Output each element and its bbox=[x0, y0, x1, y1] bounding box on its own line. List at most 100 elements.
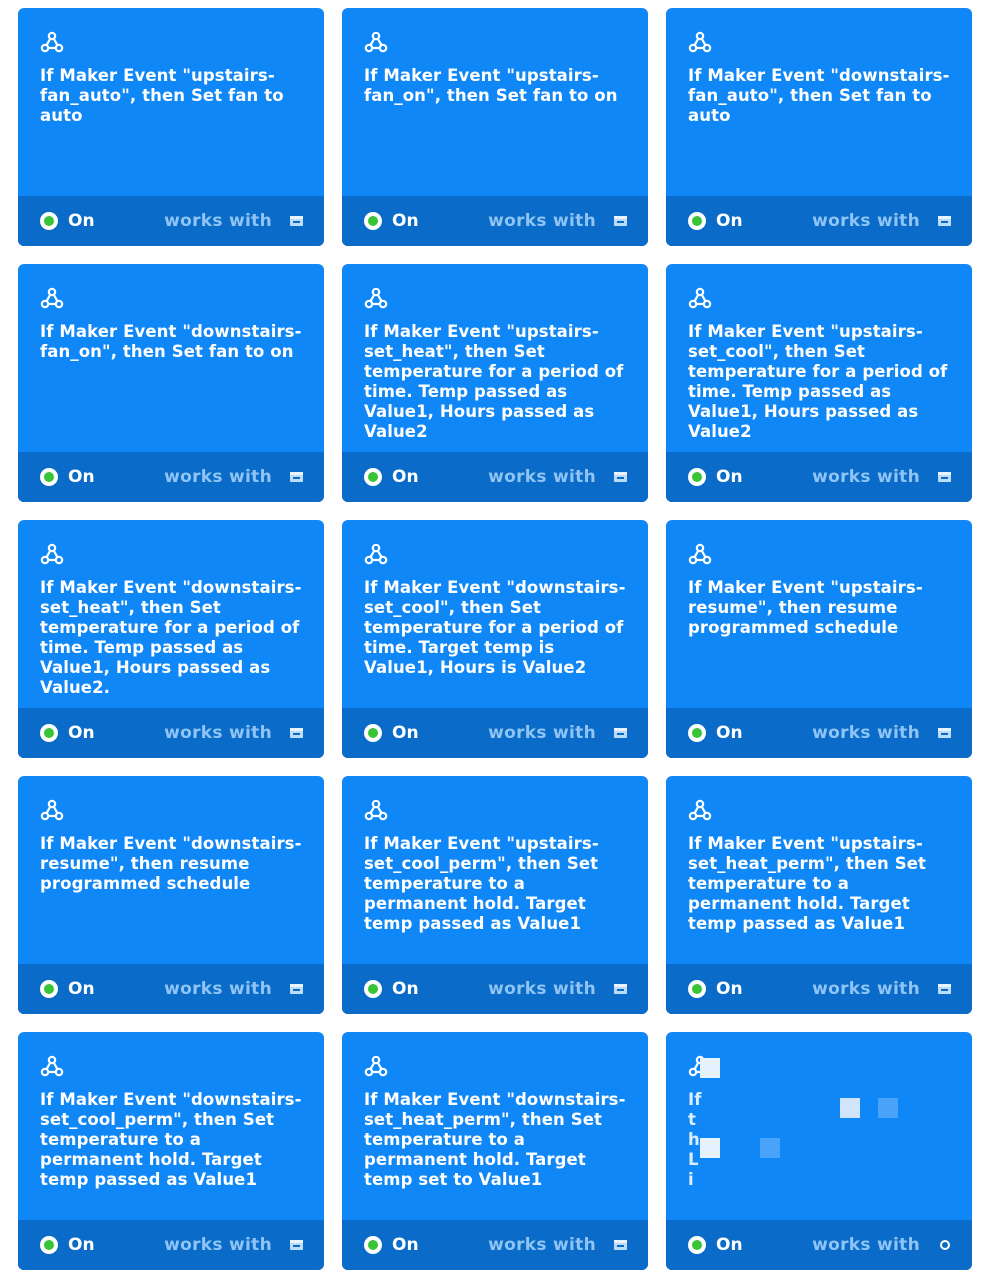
applet-card[interactable]: If Maker Event "upstairs-set_cool_perm",… bbox=[342, 776, 648, 1014]
service-icon bbox=[938, 216, 951, 226]
applet-card[interactable]: If Maker Event "downstairs-set_heat_perm… bbox=[342, 1032, 648, 1270]
service-icon bbox=[938, 472, 951, 482]
status-on-dot-icon bbox=[688, 1236, 706, 1254]
applet-card[interactable]: If Maker Event "upstairs-fan_on", then S… bbox=[342, 8, 648, 246]
works-with-label: works with bbox=[164, 211, 272, 231]
applet-card-body[interactable]: If Maker Event "upstairs-set_cool", then… bbox=[666, 264, 972, 452]
applet-card-body[interactable]: If Maker Event "downstairs-set_cool_perm… bbox=[18, 1032, 324, 1220]
works-with-label: works with bbox=[812, 467, 920, 487]
webhooks-icon bbox=[40, 31, 64, 53]
webhooks-icon bbox=[364, 1055, 388, 1077]
applet-card[interactable]: If Maker Event "downstairs-fan_on", then… bbox=[18, 264, 324, 502]
status-on-dot-icon bbox=[40, 1236, 58, 1254]
webhooks-icon bbox=[364, 543, 388, 565]
status-on-dot-icon bbox=[40, 724, 58, 742]
applet-card-body[interactable]: If Maker Event "downstairs-set_heat_perm… bbox=[342, 1032, 648, 1220]
applet-card[interactable]: If Maker Event "downstairs-set_cool_perm… bbox=[18, 1032, 324, 1270]
applet-card[interactable]: If Maker Event "downstairs-set_cool", th… bbox=[342, 520, 648, 758]
applet-card[interactable]: If th Li On works with bbox=[666, 1032, 972, 1270]
applet-footer[interactable]: On works with bbox=[666, 708, 972, 758]
applet-title: If Maker Event "upstairs-set_heat", then… bbox=[364, 322, 624, 441]
status-on-dot-icon bbox=[40, 468, 58, 486]
obscured-block bbox=[760, 1138, 780, 1158]
applet-footer[interactable]: On works with bbox=[342, 964, 648, 1014]
applet-footer[interactable]: On works with bbox=[666, 964, 972, 1014]
applet-card[interactable]: If Maker Event "upstairs-resume", then r… bbox=[666, 520, 972, 758]
status-on-dot-icon bbox=[688, 980, 706, 998]
status-label: On bbox=[716, 211, 743, 231]
status-label: On bbox=[68, 467, 95, 487]
applet-card-body[interactable]: If Maker Event "upstairs-resume", then r… bbox=[666, 520, 972, 708]
status-on-dot-icon bbox=[364, 724, 382, 742]
webhooks-icon bbox=[688, 31, 712, 53]
applet-footer[interactable]: On works with bbox=[342, 708, 648, 758]
service-icon bbox=[614, 728, 627, 738]
applet-title: If Maker Event "upstairs-fan_auto", then… bbox=[40, 66, 284, 125]
applet-title: If Maker Event "upstairs-set_cool_perm",… bbox=[364, 834, 599, 933]
applet-card[interactable]: If Maker Event "upstairs-set_cool", then… bbox=[666, 264, 972, 502]
applet-card-body[interactable]: If Maker Event "upstairs-fan_auto", then… bbox=[18, 8, 324, 196]
applet-card-body[interactable]: If Maker Event "upstairs-set_cool_perm",… bbox=[342, 776, 648, 964]
status-label: On bbox=[392, 979, 419, 999]
obscured-block bbox=[840, 1098, 860, 1118]
applet-footer[interactable]: On works with bbox=[342, 1220, 648, 1270]
applet-grid: If Maker Event "upstairs-fan_auto", then… bbox=[0, 0, 982, 1284]
applet-title: If Maker Event "upstairs-fan_on", then S… bbox=[364, 66, 618, 105]
webhooks-icon bbox=[40, 543, 64, 565]
status-label: On bbox=[716, 467, 743, 487]
status-on-dot-icon bbox=[364, 468, 382, 486]
applet-card-body[interactable]: If Maker Event "downstairs-resume", then… bbox=[18, 776, 324, 964]
works-with-label: works with bbox=[164, 979, 272, 999]
applet-card[interactable]: If Maker Event "upstairs-set_heat_perm",… bbox=[666, 776, 972, 1014]
applet-card[interactable]: If Maker Event "upstairs-set_heat", then… bbox=[342, 264, 648, 502]
status-on-dot-icon bbox=[40, 212, 58, 230]
applet-footer[interactable]: On works with bbox=[342, 196, 648, 246]
applet-card-body[interactable]: If Maker Event "downstairs-fan_auto", th… bbox=[666, 8, 972, 196]
applet-title: If Maker Event "downstairs-set_heat_perm… bbox=[364, 1090, 626, 1189]
applet-card-body[interactable]: If Maker Event "upstairs-fan_on", then S… bbox=[342, 8, 648, 196]
status-on-dot-icon bbox=[688, 468, 706, 486]
applet-card[interactable]: If Maker Event "downstairs-fan_auto", th… bbox=[666, 8, 972, 246]
applet-card-body[interactable]: If Maker Event "downstairs-fan_on", then… bbox=[18, 264, 324, 452]
applet-footer[interactable]: On works with bbox=[18, 196, 324, 246]
status-label: On bbox=[392, 467, 419, 487]
status-label: On bbox=[392, 1235, 419, 1255]
service-icon bbox=[290, 216, 303, 226]
applet-title: If Maker Event "upstairs-set_heat_perm",… bbox=[688, 834, 926, 933]
service-icon bbox=[614, 1240, 627, 1250]
loading-circle-icon bbox=[940, 1240, 950, 1250]
service-icon bbox=[938, 984, 951, 994]
webhooks-icon bbox=[40, 1055, 64, 1077]
applet-card[interactable]: If Maker Event "upstairs-fan_auto", then… bbox=[18, 8, 324, 246]
status-label: On bbox=[392, 211, 419, 231]
applet-card-body[interactable]: If Maker Event "upstairs-set_heat", then… bbox=[342, 264, 648, 452]
applet-card-body[interactable]: If th Li bbox=[666, 1032, 972, 1220]
applet-card-body[interactable]: If Maker Event "upstairs-set_heat_perm",… bbox=[666, 776, 972, 964]
status-on-dot-icon bbox=[364, 1236, 382, 1254]
applet-title: If Maker Event "upstairs-set_cool", then… bbox=[688, 322, 948, 441]
status-label: On bbox=[68, 1235, 95, 1255]
applet-footer[interactable]: On works with bbox=[666, 196, 972, 246]
status-label: On bbox=[68, 211, 95, 231]
service-icon bbox=[290, 472, 303, 482]
webhooks-icon bbox=[40, 287, 64, 309]
service-icon bbox=[290, 984, 303, 994]
service-icon bbox=[614, 472, 627, 482]
applet-footer[interactable]: On works with bbox=[18, 708, 324, 758]
applet-footer[interactable]: On works with bbox=[18, 1220, 324, 1270]
applet-footer[interactable]: On works with bbox=[342, 452, 648, 502]
applet-card[interactable]: If Maker Event "downstairs-resume", then… bbox=[18, 776, 324, 1014]
applet-card[interactable]: If Maker Event "downstairs-set_heat", th… bbox=[18, 520, 324, 758]
applet-footer[interactable]: On works with bbox=[666, 452, 972, 502]
applet-footer[interactable]: On works with bbox=[18, 452, 324, 502]
applet-footer[interactable]: On works with bbox=[18, 964, 324, 1014]
applet-title: If Maker Event "downstairs-fan_on", then… bbox=[40, 322, 302, 361]
status-label: On bbox=[68, 723, 95, 743]
applet-footer[interactable]: On works with bbox=[666, 1220, 972, 1270]
applet-title: If Maker Event "downstairs-fan_auto", th… bbox=[688, 66, 950, 125]
works-with-label: works with bbox=[812, 979, 920, 999]
applet-card-body[interactable]: If Maker Event "downstairs-set_heat", th… bbox=[18, 520, 324, 708]
webhooks-icon bbox=[688, 287, 712, 309]
service-icon bbox=[614, 216, 627, 226]
applet-card-body[interactable]: If Maker Event "downstairs-set_cool", th… bbox=[342, 520, 648, 708]
